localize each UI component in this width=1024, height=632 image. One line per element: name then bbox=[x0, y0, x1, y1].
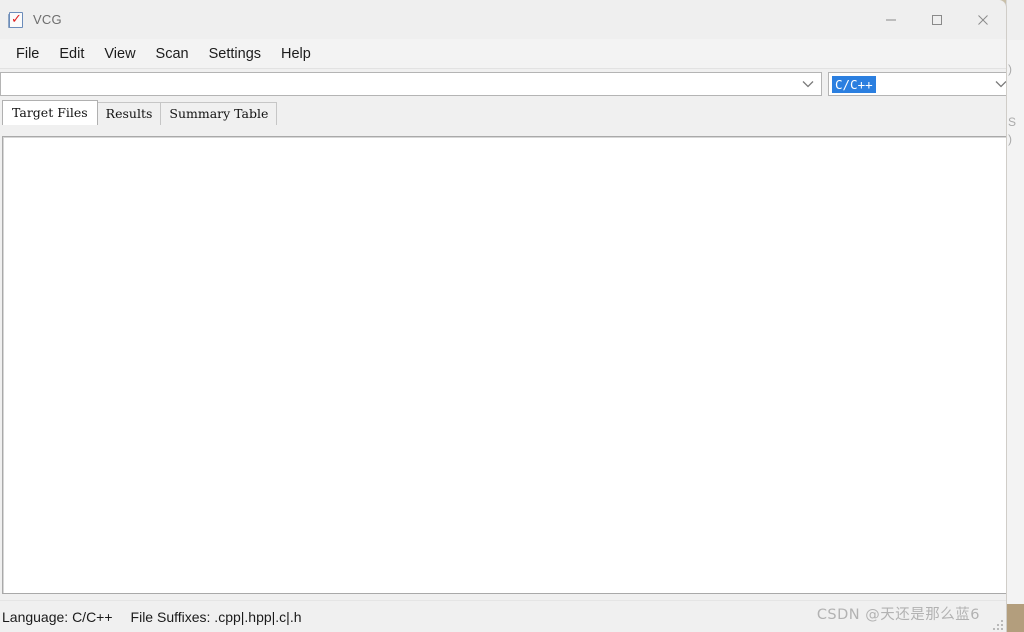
menu-item-scan[interactable]: Scan bbox=[146, 43, 199, 65]
minimize-icon bbox=[886, 19, 896, 20]
title-bar[interactable]: ✓ VCG bbox=[0, 0, 1006, 39]
toolbar-row: C/C++ bbox=[0, 69, 1006, 101]
target-path-combobox[interactable] bbox=[0, 72, 822, 96]
tab-summary-table[interactable]: Summary Table bbox=[160, 102, 278, 125]
menu-item-help[interactable]: Help bbox=[271, 43, 321, 65]
status-file-suffixes-label: File Suffixes: .cpp|.hpp|.c|.h bbox=[130, 608, 302, 625]
tab-results[interactable]: Results bbox=[96, 102, 162, 125]
menu-item-edit[interactable]: Edit bbox=[49, 43, 94, 65]
target-files-list-panel[interactable] bbox=[2, 136, 1006, 594]
document-check-icon: ✓ bbox=[8, 11, 24, 28]
tab-strip: Target Files Results Summary Table bbox=[0, 100, 1006, 125]
menu-item-view[interactable]: View bbox=[94, 43, 145, 65]
background-window-glyph-3: ) bbox=[1008, 132, 1012, 146]
menu-item-settings[interactable]: Settings bbox=[199, 43, 271, 65]
maximize-button[interactable] bbox=[914, 0, 960, 39]
background-window-glyph-2: S bbox=[1008, 115, 1017, 129]
language-combobox[interactable]: C/C++ bbox=[828, 72, 1006, 96]
menu-bar: File Edit View Scan Settings Help bbox=[0, 39, 1006, 69]
background-window-glyph-1: ) bbox=[1008, 62, 1012, 76]
chevron-down-icon[interactable] bbox=[988, 73, 1006, 95]
window-controls bbox=[868, 0, 1006, 39]
desktop-background bbox=[1007, 604, 1024, 632]
language-selected-value[interactable]: C/C++ bbox=[832, 75, 876, 93]
status-language-label: Language: C/C++ bbox=[2, 608, 113, 625]
window-title: VCG bbox=[33, 12, 62, 27]
close-button[interactable] bbox=[960, 0, 1006, 39]
tab-target-files[interactable]: Target Files bbox=[2, 100, 98, 125]
resize-grip[interactable] bbox=[991, 618, 1003, 630]
vcg-application-window: ✓ VCG File Edit View Scan Settings Help … bbox=[0, 0, 1007, 632]
chevron-down-icon[interactable] bbox=[795, 73, 821, 95]
menu-item-file[interactable]: File bbox=[6, 43, 49, 65]
maximize-icon bbox=[932, 14, 942, 25]
status-bar: Language: C/C++ File Suffixes: .cpp|.hpp… bbox=[0, 600, 1006, 632]
close-icon bbox=[978, 14, 988, 25]
panel-inner-border bbox=[3, 137, 1006, 593]
background-window: ) S ) bbox=[1006, 0, 1024, 632]
minimize-button[interactable] bbox=[868, 0, 914, 39]
background-window-top bbox=[1007, 0, 1024, 40]
